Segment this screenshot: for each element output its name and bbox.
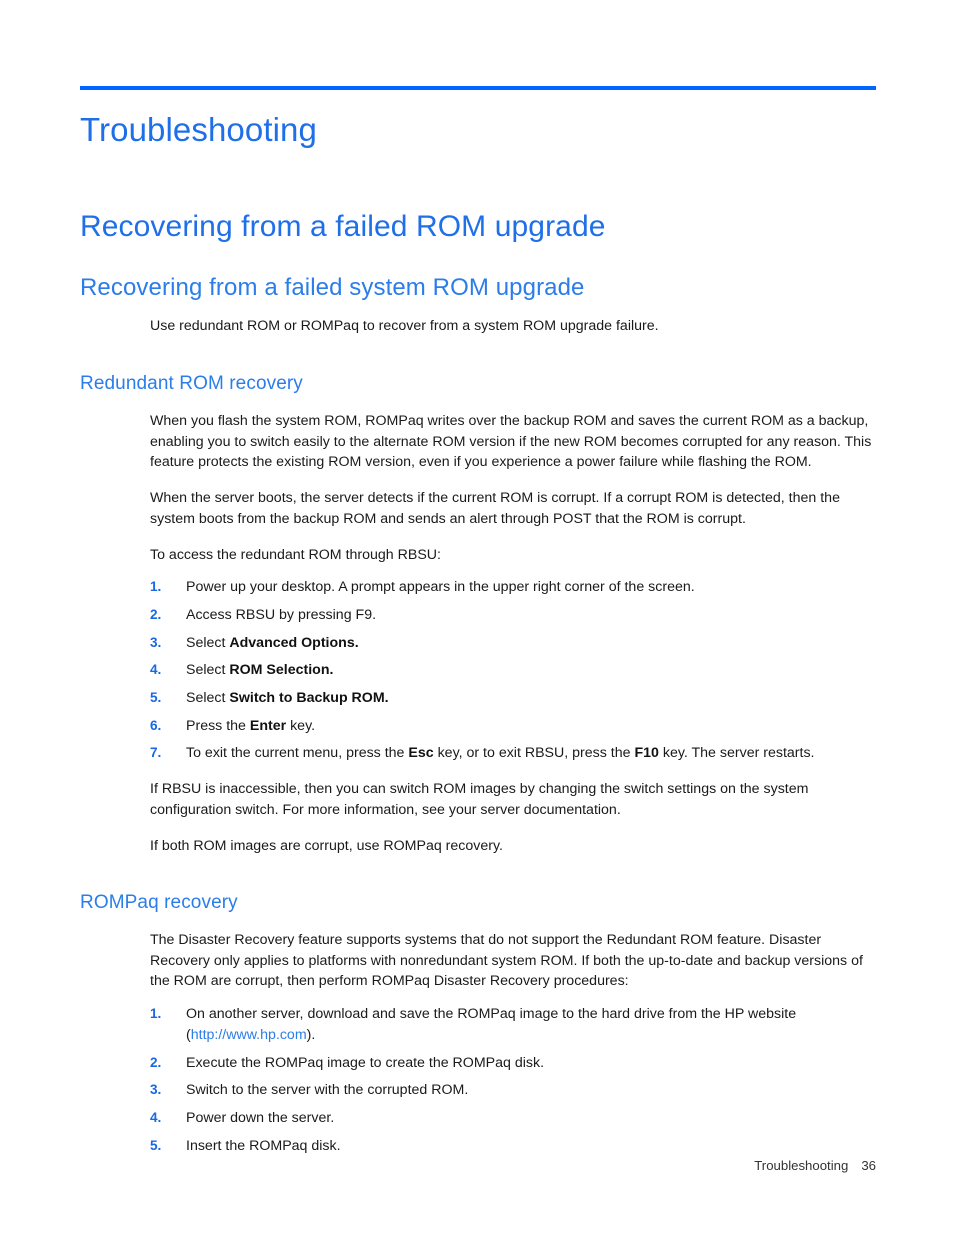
list-item: 3. Select Advanced Options.	[150, 633, 876, 654]
redundant-rom-paragraph-4: If RBSU is inaccessible, then you can sw…	[150, 781, 809, 818]
list-item-number: 5.	[150, 690, 162, 706]
list-item-text: On another server, download and save the…	[186, 1006, 796, 1043]
list-item-text: Switch to the server with the corrupted …	[186, 1082, 468, 1098]
list-item-number: 3.	[150, 634, 162, 650]
list-item-text: Insert the ROMPaq disk.	[186, 1138, 341, 1154]
intro-paragraph: Use redundant ROM or ROMPaq to recover f…	[150, 318, 659, 335]
redundant-rom-paragraph-2: When the server boots, the server detect…	[150, 490, 840, 527]
list-item-text-segment: Select	[186, 690, 230, 707]
rompaq-steps-list: 1. On another server, download and save t…	[150, 1004, 876, 1156]
list-item-text-segment: Execute the ROMPaq image to create the R…	[186, 1054, 545, 1071]
list-item: 5. Insert the ROMPaq disk.	[150, 1136, 876, 1157]
list-item-text-segment: Select	[186, 662, 230, 679]
list-item-text-segment: key, or to exit RBSU, press the	[433, 745, 635, 762]
list-item: 3. Switch to the server with the corrupte…	[150, 1080, 876, 1101]
hp-website-link[interactable]: http://www.hp.com	[191, 1027, 307, 1043]
list-item: 4. Select ROM Selection.	[150, 660, 876, 681]
section-title: Recovering from a failed ROM upgrade	[80, 210, 606, 244]
page-footer: Troubleshooting 36	[80, 1158, 876, 1173]
redundant-rom-block: When you flash the system ROM, ROMPaq wr…	[150, 411, 876, 856]
list-item-number: 7.	[150, 745, 162, 761]
list-item-emphasis: ROM Selection.	[229, 662, 334, 679]
list-item-text-segment: Power down the server.	[186, 1109, 335, 1126]
subsection-title: Recovering from a failed system ROM upgr…	[80, 273, 585, 301]
header-rule	[80, 86, 876, 90]
list-item-text-segment: Press the	[186, 717, 250, 734]
list-item-text-segment: Select	[186, 634, 230, 651]
list-item-number: 1.	[150, 1006, 162, 1022]
list-item: 5. Select Switch to Backup ROM.	[150, 688, 876, 709]
rompaq-paragraph-1: The Disaster Recovery feature supports s…	[150, 932, 863, 990]
heading-redundant-rom-recovery: Redundant ROM recovery	[80, 373, 303, 395]
list-item-number: 3.	[150, 1082, 162, 1098]
footer-chapter-label: Troubleshooting	[754, 1158, 849, 1173]
list-item-number: 1.	[150, 579, 162, 595]
heading-rompaq-recovery: ROMPaq recovery	[80, 892, 238, 914]
list-item: 2. Access RBSU by pressing F9.	[150, 605, 876, 626]
list-item-number: 2.	[150, 606, 162, 622]
list-item-text-segment: key.	[286, 717, 316, 734]
redundant-rom-paragraph-5: If both ROM images are corrupt, use ROMP…	[150, 837, 503, 854]
list-item-text-segment: Power up your desktop. A prompt appears …	[186, 579, 695, 596]
intro-block: Use redundant ROM or ROMPaq to recover f…	[150, 316, 876, 337]
list-item-emphasis: Enter	[249, 717, 287, 734]
list-item-number: 6.	[150, 717, 162, 733]
list-item-text: Power up your desktop. A prompt appears …	[186, 579, 695, 595]
list-item-number: 5.	[150, 1137, 162, 1153]
list-item-emphasis: Esc	[408, 745, 434, 762]
list-item-number: 4.	[150, 1109, 162, 1125]
list-item-emphasis: Advanced Options.	[229, 634, 359, 651]
rompaq-block: The Disaster Recovery feature supports s…	[150, 930, 876, 1156]
list-item-text-segment: Access RBSU by pressing F9.	[186, 606, 377, 623]
page-content: Troubleshooting Recovering from a failed…	[80, 86, 876, 1156]
list-item-text: Press the Enter key.	[186, 718, 315, 734]
list-item-text: Access RBSU by pressing F9.	[186, 607, 376, 623]
redundant-rom-paragraph-3: To access the redundant ROM through RBSU…	[150, 546, 441, 563]
document-page: Troubleshooting Recovering from a failed…	[0, 0, 954, 1235]
list-item: 1. On another server, download and save t…	[150, 1004, 876, 1045]
list-item-emphasis: F10	[634, 745, 659, 762]
list-item-number: 4.	[150, 662, 162, 678]
list-item-text: Execute the ROMPaq image to create the R…	[186, 1055, 544, 1071]
redundant-rom-steps-list: 1. Power up your desktop. A prompt appear…	[150, 577, 876, 764]
list-item-text-segment: key. The server restarts.	[658, 745, 815, 762]
list-item: 2. Execute the ROMPaq image to create the…	[150, 1053, 876, 1074]
list-item-text: To exit the current menu, press the Esc …	[186, 745, 815, 761]
list-item-text-segment: ).	[306, 1026, 316, 1043]
footer-page-number: 36	[861, 1158, 876, 1173]
redundant-rom-paragraph-1: When you flash the system ROM, ROMPaq wr…	[150, 412, 872, 471]
list-item-number: 2.	[150, 1054, 162, 1070]
chapter-title: Troubleshooting	[80, 111, 317, 148]
list-item-text-segment: Insert the ROMPaq disk.	[186, 1137, 341, 1154]
list-item-text: Power down the server.	[186, 1110, 334, 1126]
list-item: 1. Power up your desktop. A prompt appear…	[150, 577, 876, 598]
list-item-text-segment: Switch to the server with the corrupted …	[186, 1082, 469, 1099]
list-item: 6. Press the Enter key.	[150, 716, 876, 737]
list-item-text-segment: To exit the current menu, press the	[186, 745, 409, 762]
list-item-text: Select ROM Selection.	[186, 662, 333, 678]
list-item: 7. To exit the current menu, press the Es…	[150, 743, 876, 764]
list-item: 4. Power down the server.	[150, 1108, 876, 1129]
list-item-text: Select Switch to Backup ROM.	[186, 690, 389, 706]
list-item-emphasis: Switch to Backup ROM.	[229, 690, 389, 707]
list-item-text: Select Advanced Options.	[186, 635, 359, 651]
